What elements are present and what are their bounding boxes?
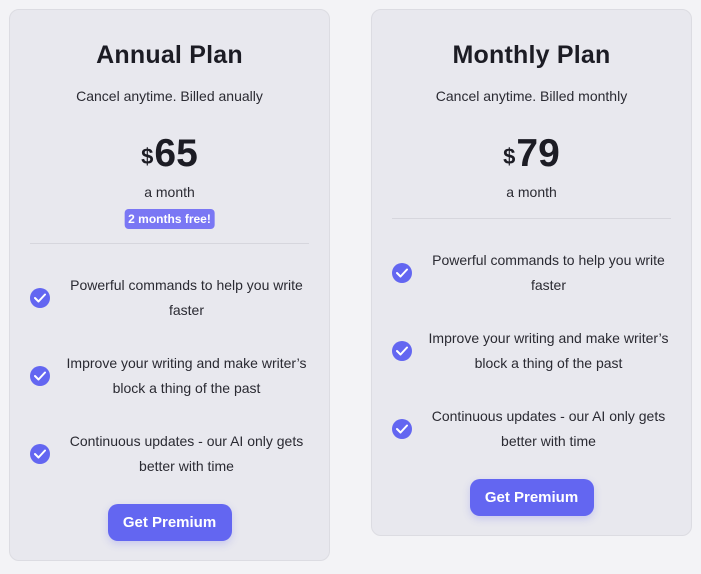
feature-item: Improve your writing and make writer’s b… [392,326,671,376]
price-amount: 65 [154,132,198,175]
feature-text: Continuous updates - our AI only gets be… [69,433,304,474]
price-amount: 79 [516,132,560,175]
monthly-plan-card: Monthly Plan Cancel anytime. Billed mont… [371,9,692,536]
price-period: a month [144,184,195,200]
check-circle-icon [30,444,50,464]
plan-title: Monthly Plan [452,41,611,69]
feature-item: Continuous updates - our AI only gets be… [392,404,671,454]
divider [392,218,671,219]
check-circle-icon [392,263,412,283]
discount-badge: 2 months free! [124,209,215,229]
get-premium-button[interactable]: Get Premium [469,479,594,516]
feature-item: Powerful commands to help you write fast… [30,273,309,323]
plan-price: $79 [372,132,691,176]
check-circle-icon [30,366,50,386]
get-premium-button[interactable]: Get Premium [107,504,232,541]
annual-plan-card: Annual Plan Cancel anytime. Billed anual… [9,9,330,561]
feature-text: Improve your writing and make writer’s b… [66,355,307,396]
price-currency: $ [141,144,154,169]
plan-subtitle: Cancel anytime. Billed monthly [435,88,628,104]
feature-text: Improve your writing and make writer’s b… [428,330,669,371]
plan-title: Annual Plan [96,41,243,69]
feature-item: Improve your writing and make writer’s b… [30,351,309,401]
check-circle-icon [30,288,50,308]
feature-text: Powerful commands to help you write fast… [70,277,303,318]
check-circle-icon [392,419,412,439]
price-currency: $ [503,144,516,169]
plan-price: $65 [10,132,329,176]
divider [30,243,309,244]
price-period: a month [506,184,557,200]
feature-text: Powerful commands to help you write fast… [432,252,665,293]
plan-subtitle: Cancel anytime. Billed anually [76,88,263,104]
feature-text: Continuous updates - our AI only gets be… [431,408,666,449]
check-circle-icon [392,341,412,361]
feature-item: Powerful commands to help you write fast… [392,248,671,298]
feature-item: Continuous updates - our AI only gets be… [30,429,309,479]
